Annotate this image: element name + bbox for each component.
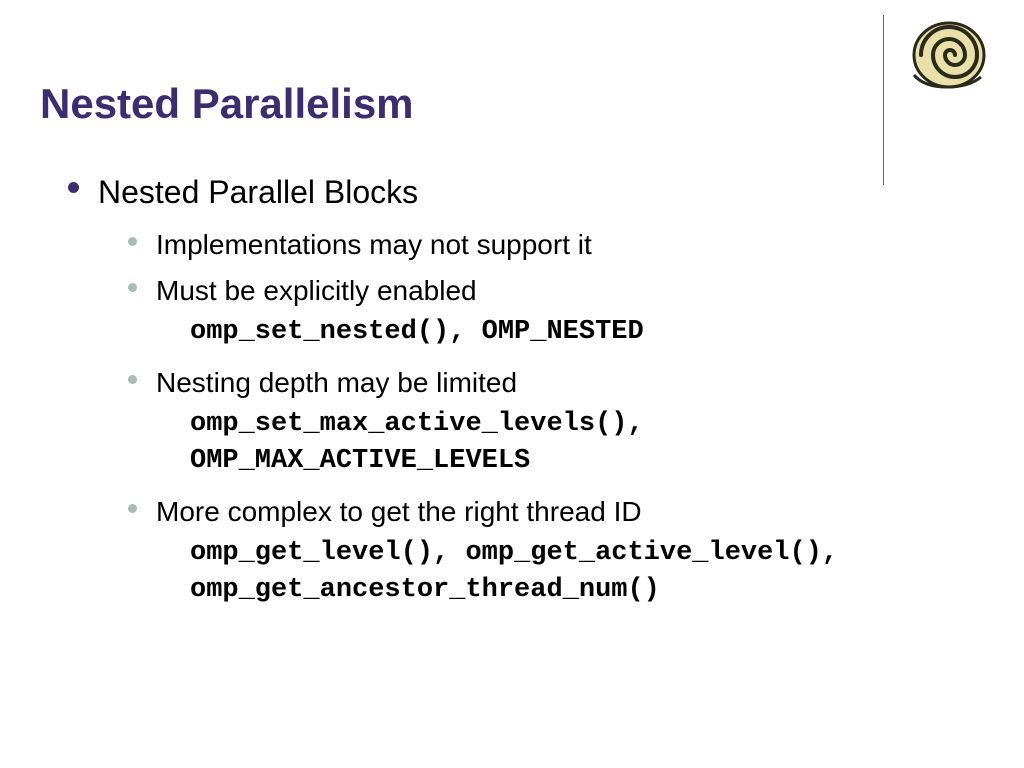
code-text: omp_set_nested(), OMP_NESTED bbox=[156, 314, 984, 350]
list-item: More complex to get the right thread ID … bbox=[122, 491, 984, 608]
slide-content: Nested Parallel Blocks Implementations m… bbox=[0, 148, 1024, 608]
list-item: Implementations may not support it bbox=[122, 224, 984, 266]
header-divider bbox=[883, 15, 884, 185]
bullet-text: Nested Parallel Blocks bbox=[98, 168, 984, 216]
bullet-text: Must be explicitly enabled bbox=[156, 270, 984, 312]
code-text: omp_set_max_active_levels(),OMP_MAX_ACTI… bbox=[156, 406, 984, 479]
list-item: Must be explicitly enabled omp_set_neste… bbox=[122, 270, 984, 350]
list-item: Nested Parallel Blocks Implementations m… bbox=[60, 168, 984, 608]
list-item: Nesting depth may be limited omp_set_max… bbox=[122, 362, 984, 479]
code-text: omp_get_level(), omp_get_active_level(),… bbox=[156, 535, 984, 608]
slide-header: Nested Parallelism bbox=[0, 0, 1024, 148]
bullet-text: Nesting depth may be limited bbox=[156, 362, 984, 404]
bullet-list-level2: Implementations may not support it Must … bbox=[98, 224, 984, 608]
slide-title: Nested Parallelism bbox=[40, 20, 984, 148]
bullet-text: More complex to get the right thread ID bbox=[156, 491, 984, 533]
bullet-text: Implementations may not support it bbox=[156, 224, 984, 266]
snail-icon bbox=[899, 15, 989, 95]
bullet-list-level1: Nested Parallel Blocks Implementations m… bbox=[60, 168, 984, 608]
